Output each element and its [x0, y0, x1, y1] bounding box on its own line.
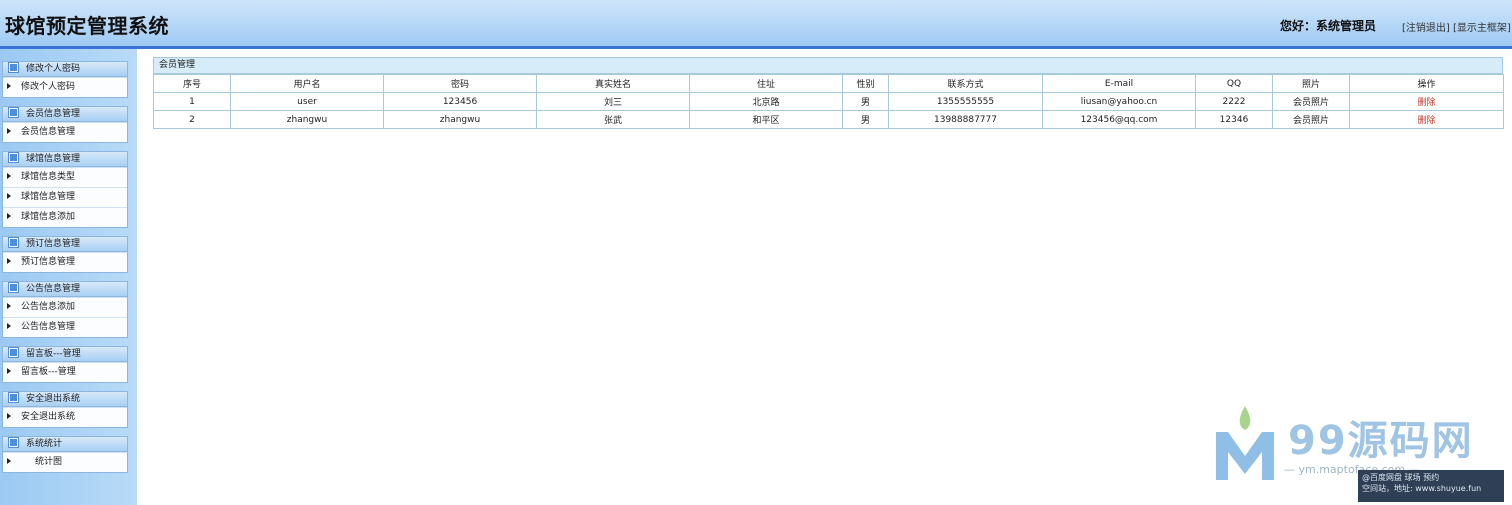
group-square-icon [8, 152, 19, 163]
table-cell: 12346 [1195, 110, 1273, 129]
sidebar-group-members: 会员信息管理 会员信息管理 [2, 106, 128, 143]
sidebar-item-guestbook-management[interactable]: 留言板---管理 [3, 362, 127, 382]
sidebar-group-statistics: 系统统计 统计图 [2, 436, 128, 473]
table-row: 1 user 123456 刘三 北京路 男 1355555555 liusan… [153, 92, 1504, 111]
app-header: 球馆预定管理系统 您好：系统管理员 [注销退出] [显示主框架] [0, 0, 1512, 49]
sidebar-group-notices: 公告信息管理 公告信息添加 公告信息管理 [2, 281, 128, 338]
photo-link[interactable]: 会员照片 [1272, 110, 1350, 129]
sidebar-group-header[interactable]: 系统统计 [3, 437, 127, 452]
table-cell: liusan@yahoo.cn [1042, 92, 1196, 111]
table-cell: 123456 [383, 92, 537, 111]
watermark-bar-line: 空间站，地址: www.shuyue.fun [1362, 484, 1482, 493]
table-cell: 2 [153, 110, 231, 129]
sidebar-group-header[interactable]: 球馆信息管理 [3, 152, 127, 167]
user-greeting: 您好：系统管理员 [1280, 19, 1377, 33]
arrow-right-icon [7, 173, 11, 179]
table-cell: 13988887777 [888, 110, 1043, 129]
table-cell: zhangwu [383, 110, 537, 129]
column-header: QQ [1195, 74, 1273, 93]
table-cell: 男 [842, 92, 889, 111]
watermark-logo-icon [1216, 406, 1274, 480]
sidebar-group-header[interactable]: 公告信息管理 [3, 282, 127, 297]
column-header: 联系方式 [888, 74, 1043, 93]
sidebar-item-booking-management[interactable]: 预订信息管理 [3, 252, 127, 272]
header-links: [注销退出] [显示主框架] [1402, 19, 1511, 34]
action-cell: 删除 [1349, 110, 1504, 129]
sidebar-group-logout: 安全退出系统 安全退出系统 [2, 391, 128, 428]
table-header-row: 序号 用户名 密码 真实姓名 住址 性别 联系方式 E-mail QQ 照片 操… [153, 74, 1504, 93]
arrow-right-icon [7, 128, 11, 134]
watermark-bar-line: @百度网盘 球场 预约 [1362, 473, 1440, 482]
column-header: 真实姓名 [536, 74, 690, 93]
watermark-bar: @百度网盘 球场 预约 空间站，地址: www.shuyue.fun [1358, 470, 1504, 502]
group-square-icon [8, 347, 19, 358]
action-cell: 删除 [1349, 92, 1504, 111]
arrow-right-icon [7, 258, 11, 264]
column-header: 性别 [842, 74, 889, 93]
table-cell: 北京路 [689, 92, 843, 111]
arrow-right-icon [7, 303, 11, 309]
column-header: 序号 [153, 74, 231, 93]
table-cell: 张武 [536, 110, 690, 129]
group-square-icon [8, 392, 19, 403]
column-header: 密码 [383, 74, 537, 93]
sidebar-group-header[interactable]: 预订信息管理 [3, 237, 127, 252]
show-main-frame-link[interactable]: [显示主框架] [1453, 23, 1511, 34]
arrow-right-icon [7, 193, 11, 199]
group-square-icon [8, 282, 19, 293]
column-header: 操作 [1349, 74, 1504, 93]
table-cell: 2222 [1195, 92, 1273, 111]
logout-link[interactable]: [注销退出] [1402, 23, 1450, 34]
sidebar-item-venue-management[interactable]: 球馆信息管理 [3, 187, 127, 207]
table-cell: 刘三 [536, 92, 690, 111]
sidebar-item-venue-add[interactable]: 球馆信息添加 [3, 207, 127, 227]
arrow-right-icon [7, 413, 11, 419]
sidebar-item-notice-add[interactable]: 公告信息添加 [3, 297, 127, 317]
group-square-icon [8, 237, 19, 248]
sidebar-group-header[interactable]: 安全退出系统 [3, 392, 127, 407]
app-title: 球馆预定管理系统 [5, 14, 169, 38]
sidebar-item-notice-management[interactable]: 公告信息管理 [3, 317, 127, 337]
column-header: 用户名 [230, 74, 384, 93]
table-cell: zhangwu [230, 110, 384, 129]
sidebar-item-statistics-chart[interactable]: 统计图 [3, 452, 127, 472]
table-cell: 1355555555 [888, 92, 1043, 111]
arrow-right-icon [7, 368, 11, 374]
table-cell: user [230, 92, 384, 111]
sidebar-group-header[interactable]: 会员信息管理 [3, 107, 127, 122]
arrow-right-icon [7, 213, 11, 219]
sidebar-item-change-password[interactable]: 修改个人密码 [3, 77, 127, 97]
member-table: 序号 用户名 密码 真实姓名 住址 性别 联系方式 E-mail QQ 照片 操… [153, 74, 1504, 129]
arrow-right-icon [7, 323, 11, 329]
table-cell: 和平区 [689, 110, 843, 129]
column-header: E-mail [1042, 74, 1196, 93]
sidebar-item-logout[interactable]: 安全退出系统 [3, 407, 127, 427]
group-square-icon [8, 437, 19, 448]
column-header: 住址 [689, 74, 843, 93]
table-row: 2 zhangwu zhangwu 张武 和平区 男 13988887777 1… [153, 110, 1504, 129]
sidebar: 修改个人密码 修改个人密码 会员信息管理 会员信息管理 球馆信息管理 球馆信息类… [0, 49, 137, 505]
delete-link[interactable]: 删除 [1417, 98, 1435, 108]
delete-link[interactable]: 删除 [1417, 116, 1435, 126]
sidebar-group-venues: 球馆信息管理 球馆信息类型 球馆信息管理 球馆信息添加 [2, 151, 128, 228]
arrow-right-icon [7, 83, 11, 89]
watermark-brand: 99源码网 [1288, 418, 1474, 464]
sidebar-item-venue-types[interactable]: 球馆信息类型 [3, 167, 127, 187]
panel-title: 会员管理 [153, 57, 1503, 74]
sidebar-group-password: 修改个人密码 修改个人密码 [2, 61, 128, 98]
main-content: 会员管理 序号 用户名 密码 真实姓名 住址 性别 联系方式 E-mail QQ… [153, 57, 1504, 129]
sidebar-group-bookings: 预订信息管理 预订信息管理 [2, 236, 128, 273]
group-square-icon [8, 107, 19, 118]
column-header: 照片 [1272, 74, 1350, 93]
photo-link[interactable]: 会员照片 [1272, 92, 1350, 111]
sidebar-group-header[interactable]: 修改个人密码 [3, 62, 127, 77]
arrow-right-icon [7, 458, 11, 464]
table-cell: 男 [842, 110, 889, 129]
table-cell: 123456@qq.com [1042, 110, 1196, 129]
table-cell: 1 [153, 92, 231, 111]
sidebar-group-header[interactable]: 留言板---管理 [3, 347, 127, 362]
group-square-icon [8, 62, 19, 73]
sidebar-group-guestbook: 留言板---管理 留言板---管理 [2, 346, 128, 383]
sidebar-item-member-management[interactable]: 会员信息管理 [3, 122, 127, 142]
